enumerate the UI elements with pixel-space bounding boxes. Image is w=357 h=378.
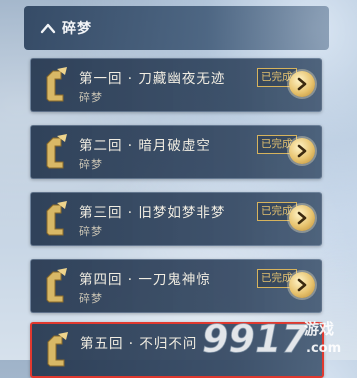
- sword-emblem-icon: [46, 134, 67, 169]
- chapter-name: 第二回 · 暗月破虚空: [79, 138, 211, 154]
- sword-emblem-icon: [46, 268, 67, 303]
- chapter-subtitle: 碎梦: [79, 225, 103, 238]
- sword-emblem-icon: [46, 67, 67, 102]
- chevron-right-icon: [297, 144, 307, 158]
- chapter-subtitle: 碎梦: [79, 292, 103, 305]
- go-arrow-button[interactable]: [289, 138, 315, 164]
- chapter-subtitle: 碎梦: [79, 158, 103, 171]
- svg-text:.com: .com: [306, 341, 341, 356]
- chevron-right-icon: [297, 211, 307, 225]
- chapter-card[interactable]: 第二回 · 暗月破虚空 碎梦 已完成: [30, 125, 322, 179]
- chapter-name: 第四回 · 一刀鬼神惊: [79, 272, 211, 288]
- go-arrow-button[interactable]: [289, 272, 315, 298]
- chapter-name: 第五回 · 不归不问: [80, 336, 198, 352]
- chevron-right-icon: [297, 77, 307, 91]
- sword-emblem-icon: [46, 201, 67, 236]
- go-arrow-button[interactable]: [289, 71, 315, 97]
- chapter-subtitle: 碎梦: [79, 91, 103, 104]
- chapter-card[interactable]: 第三回 · 旧梦如梦非梦 碎梦 已完成: [30, 192, 322, 246]
- section-title: 碎梦: [62, 21, 92, 37]
- svg-text:9917: 9917: [202, 317, 308, 360]
- chapter-card[interactable]: 第一回 · 刀藏幽夜无迹 碎梦 已完成: [30, 58, 322, 112]
- watermark-logo: 9917 游戏 .com: [202, 317, 342, 361]
- chevron-right-icon: [297, 278, 307, 292]
- go-arrow-button[interactable]: [289, 205, 315, 231]
- chapter-card[interactable]: 第四回 · 一刀鬼神惊 碎梦 已完成: [30, 259, 322, 313]
- chevron-up-icon[interactable]: [34, 22, 62, 34]
- svg-text:游戏: 游戏: [304, 320, 334, 338]
- chapter-name: 第一回 · 刀藏幽夜无迹: [79, 71, 226, 87]
- chapter-name: 第三回 · 旧梦如梦非梦: [79, 205, 226, 221]
- section-header[interactable]: 碎梦: [24, 6, 329, 50]
- sword-emblem-icon: [47, 332, 68, 367]
